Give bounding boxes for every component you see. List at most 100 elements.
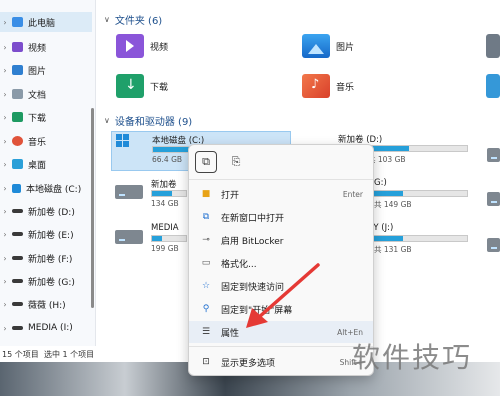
menu-item-bitlocker[interactable]: ⊸ 启用 BitLocker xyxy=(189,229,373,251)
folder-label: 下载 xyxy=(150,82,169,93)
sidebar-item-drive-e[interactable]: › 新加卷 (E:) xyxy=(0,224,92,244)
star-icon: ☆ xyxy=(201,281,211,291)
sidebar-item-drive-g[interactable]: › 新加卷 (G:) xyxy=(0,271,92,291)
documents-folder-icon[interactable] xyxy=(486,34,500,58)
menu-item-show-more-options[interactable]: ⊡ 显示更多选项 Shift+ xyxy=(189,351,373,373)
sidebar-item-label: 薇薇 (H:) xyxy=(28,300,66,311)
menu-item-open[interactable]: ■ 打开 Enter xyxy=(189,183,373,205)
folder-label: 图片 xyxy=(336,42,355,53)
folders-group-header[interactable]: ∨ 文件夹 (6) xyxy=(104,12,162,27)
folder-downloads[interactable]: ↓ 下载 xyxy=(116,74,168,98)
expand-chevron-icon[interactable]: › xyxy=(0,277,10,286)
music-folder-icon: ♪ xyxy=(302,74,330,98)
expand-chevron-icon[interactable]: › xyxy=(0,324,10,333)
drive-free-space: 199 GB xyxy=(151,244,179,253)
drive-icon xyxy=(115,230,143,244)
folder-music[interactable]: ♪ 音乐 xyxy=(302,74,354,98)
navigation-pane: › 此电脑 › 视频 › 图片 › 文档 › 下载 › 音乐 › 桌面 › 本地… xyxy=(0,0,96,346)
expand-chevron-icon[interactable]: › xyxy=(0,207,10,216)
expand-chevron-icon[interactable]: › xyxy=(0,113,10,122)
pictures-icon xyxy=(12,65,23,75)
music-icon xyxy=(12,136,23,146)
sidebar-item-drive-i[interactable]: › MEDIA (I:) xyxy=(0,318,92,338)
expand-chevron-icon[interactable]: › xyxy=(0,43,10,52)
drive-free-space: 共 131 GB xyxy=(374,245,412,254)
drive-icon xyxy=(12,232,23,236)
expand-chevron-icon[interactable]: › xyxy=(0,300,10,309)
folder-label: 视频 xyxy=(150,42,169,53)
expand-chevron-icon[interactable]: › xyxy=(0,184,10,193)
download-folder-icon: ↓ xyxy=(116,74,144,98)
format-icon: ▭ xyxy=(201,258,211,268)
windows-logo-icon xyxy=(116,134,130,148)
collapse-chevron-icon[interactable]: ∨ xyxy=(104,15,110,24)
collapse-chevron-icon[interactable]: ∨ xyxy=(104,116,110,125)
sidebar-item-documents[interactable]: › 文档 xyxy=(0,84,92,104)
drive-name: G:) xyxy=(374,178,387,188)
sidebar-item-drive-h[interactable]: › 薇薇 (H:) xyxy=(0,294,92,314)
expand-chevron-icon[interactable]: › xyxy=(0,137,10,146)
expand-chevron-icon[interactable]: › xyxy=(0,18,10,27)
video-icon xyxy=(12,42,23,52)
sidebar-item-downloads[interactable]: › 下载 xyxy=(0,107,92,127)
copy-button[interactable]: ⧉ xyxy=(195,151,217,173)
drive-icon xyxy=(12,326,23,330)
menu-item-label: 固定到"开始"屏幕 xyxy=(221,305,293,316)
drive-name: MEDIA xyxy=(151,223,179,233)
sidebar-item-label: 此电脑 xyxy=(28,18,56,29)
menu-divider xyxy=(189,179,373,180)
menu-item-label: 显示更多选项 xyxy=(221,358,276,369)
menu-item-properties[interactable]: ☰ 属性 Alt+En xyxy=(189,321,373,343)
menu-item-label: 启用 BitLocker xyxy=(221,236,284,247)
sidebar-item-drive-c[interactable]: › 本地磁盘 (C:) xyxy=(0,178,92,198)
folder-videos[interactable]: 视频 xyxy=(116,34,168,58)
sidebar-item-music[interactable]: › 音乐 xyxy=(0,131,92,151)
expand-chevron-icon[interactable]: › xyxy=(0,66,10,75)
expand-chevron-icon[interactable]: › xyxy=(0,230,10,239)
drive-free-space: 共 149 GB xyxy=(374,200,412,209)
expand-chevron-icon[interactable]: › xyxy=(0,90,10,99)
context-menu: ⧉ ⎘ ■ 打开 Enter ⧉ 在新窗口中打开 ⊸ 启用 BitLocker … xyxy=(188,144,374,376)
rename-button[interactable]: ⎘ xyxy=(225,151,247,173)
pictures-folder-icon xyxy=(302,34,330,58)
group-title: 设备和驱动器 (9) xyxy=(114,117,193,128)
drive-icon[interactable] xyxy=(487,148,500,162)
documents-icon xyxy=(12,89,23,99)
sidebar-item-desktop[interactable]: › 桌面 xyxy=(0,154,92,174)
drives-group-header[interactable]: ∨ 设备和驱动器 (9) xyxy=(104,113,192,128)
copy-icon: ⧉ xyxy=(202,155,210,168)
sidebar-item-pictures[interactable]: › 图片 xyxy=(0,60,92,80)
windows-drive-icon xyxy=(12,183,21,193)
monitor-icon xyxy=(12,17,23,27)
menu-item-pin-start[interactable]: ⚲ 固定到"开始"屏幕 xyxy=(189,298,373,320)
rename-icon: ⎘ xyxy=(231,155,241,168)
folder-pictures[interactable]: 图片 xyxy=(302,34,354,58)
properties-icon: ☰ xyxy=(201,327,211,337)
drive-icon[interactable] xyxy=(487,192,500,206)
expand-chevron-icon[interactable]: › xyxy=(0,160,10,169)
pin-icon: ⚲ xyxy=(202,304,210,314)
more-options-icon: ⊡ xyxy=(202,357,210,367)
drive-icon[interactable] xyxy=(487,238,500,252)
sidebar-item-label: 视频 xyxy=(28,43,47,54)
drive-icon xyxy=(115,185,143,199)
sidebar-item-drive-f[interactable]: › 新加卷 (F:) xyxy=(0,248,92,268)
sidebar-item-video[interactable]: › 视频 xyxy=(0,37,92,57)
drive-icon xyxy=(12,279,23,283)
sidebar-item-label: 音乐 xyxy=(28,137,47,148)
sidebar-item-label: 下载 xyxy=(28,113,47,124)
expand-chevron-icon[interactable]: › xyxy=(0,254,10,263)
menu-item-open-new-window[interactable]: ⧉ 在新窗口中打开 xyxy=(189,206,373,228)
menu-item-pin-quick-access[interactable]: ☆ 固定到快速访问 xyxy=(189,275,373,297)
sidebar-item-label: 本地磁盘 (C:) xyxy=(26,184,82,195)
group-title: 文件夹 (6) xyxy=(114,16,163,27)
sidebar-scrollbar[interactable] xyxy=(91,108,94,308)
sidebar-item-label: MEDIA (I:) xyxy=(28,323,73,333)
desktop-folder-icon[interactable] xyxy=(486,74,500,98)
menu-item-format[interactable]: ▭ 格式化... xyxy=(189,252,373,274)
sidebar-item-drive-d[interactable]: › 新加卷 (D:) xyxy=(0,201,92,221)
sidebar-item-this-pc[interactable]: › 此电脑 xyxy=(0,12,92,32)
sidebar-item-label: 图片 xyxy=(28,66,47,77)
drive-icon xyxy=(12,302,23,306)
drive-icon xyxy=(12,256,23,260)
